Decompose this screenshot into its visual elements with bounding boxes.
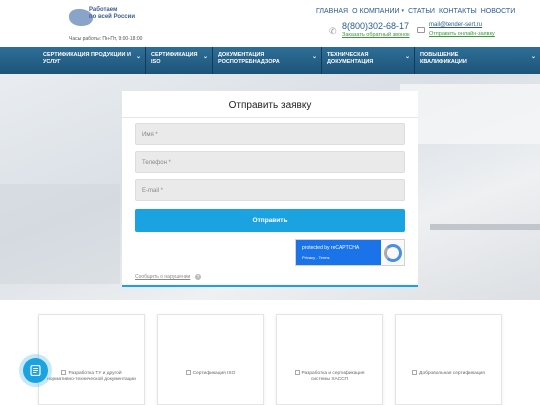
main-nav: СЕРТИФИКАЦИЯ ПРОДУКЦИИ И УСЛУГ ⌄ СЕРТИФИ…	[0, 47, 540, 74]
chevron-down-icon: ⌄	[530, 54, 536, 60]
background-desk	[0, 184, 120, 284]
service-card[interactable]: Добровольная сертификация	[395, 314, 502, 405]
chevron-down-icon: ⌄	[135, 54, 141, 60]
broken-image-icon	[294, 370, 300, 375]
request-form: Отправить заявку Имя * Телефон * E-mail …	[122, 91, 418, 287]
nav-item-rospotrebnadzor[interactable]: ДОКУМЕНТАЦИЯ РОСПОТРЕБНАДЗОРА ⌄	[213, 47, 322, 74]
card-image-alt: Сертификация ISO	[166, 370, 255, 377]
name-field[interactable]: Имя *	[135, 123, 405, 145]
chevron-down-icon: ⌄	[311, 54, 317, 60]
recaptcha-links[interactable]: Privacy - Terms	[302, 255, 329, 260]
nav-label-line2: ISO	[151, 59, 161, 65]
card-alt-text: Разработка и сертификация системы ХАССП	[301, 370, 365, 382]
online-request-link[interactable]: Отправить онлайн-заявку	[429, 31, 495, 37]
topnav-contacts[interactable]: КОНТАКТЫ	[439, 8, 477, 15]
caret-down-icon: ▾	[401, 8, 405, 15]
service-card[interactable]: Разработка ТУ и другой нормативно-технич…	[38, 314, 145, 405]
nav-label-line1: СЕРТИФИКАЦИЯ ПРОДУКЦИИ И	[43, 52, 131, 58]
help-icon[interactable]: ?	[195, 274, 201, 280]
email-link[interactable]: mail@tender-sert.ru	[429, 22, 482, 28]
working-hours: Часы работы: Пн-Пт, 9:00-18:00	[69, 36, 143, 42]
chevron-down-icon: ⌄	[202, 54, 208, 60]
nav-item-iso[interactable]: СЕРТИФИКАЦИЯ ISO ⌄	[146, 47, 213, 74]
chevron-down-icon: ⌄	[404, 54, 410, 60]
topnav-about-label: О КОМПАНИИ	[352, 8, 400, 15]
phone-field[interactable]: Телефон *	[135, 151, 405, 173]
card-image-alt: Разработка ТУ и другой нормативно-технич…	[47, 370, 136, 383]
recaptcha-badge[interactable]: protected by reCAPTCHA Privacy - Terms	[295, 239, 405, 266]
nav-label-line2: УСЛУГ	[43, 59, 61, 65]
topnav-home[interactable]: ГЛАВНАЯ	[316, 8, 348, 15]
phone-number[interactable]: 8(800)302-68-17	[342, 21, 409, 31]
form-title: Отправить заявку	[228, 100, 312, 111]
nav-label-line2: ДОКУМЕНТАЦИЯ	[327, 59, 374, 65]
nav-label-line1: ДОКУМЕНТАЦИЯ	[218, 52, 265, 58]
recaptcha-panel: protected by reCAPTCHA Privacy - Terms	[296, 240, 381, 265]
broken-image-icon	[61, 370, 67, 375]
logo-line-1: Работаем	[89, 7, 118, 13]
card-image-alt: Разработка и сертификация системы ХАССП	[285, 370, 374, 383]
header: Работаем по всей России Часы работы: Пн-…	[0, 0, 540, 47]
service-card[interactable]: Сертификация ISO	[157, 314, 264, 405]
card-alt-text: Сертификация ISO	[192, 370, 236, 376]
recaptcha-text: protected by reCAPTCHA	[302, 245, 360, 251]
chat-button[interactable]	[23, 358, 48, 383]
topnav-articles[interactable]: СТАТЬИ	[408, 8, 435, 15]
nav-label-line2: КВАЛИФИКАЦИИ	[420, 59, 467, 65]
callback-link[interactable]: Заказать обратный звонок	[342, 32, 410, 38]
nav-item-tech-docs[interactable]: ТЕХНИЧЕСКАЯ ДОКУМЕНТАЦИЯ ⌄	[322, 47, 415, 74]
nav-item-product-certification[interactable]: СЕРТИФИКАЦИЯ ПРОДУКЦИИ И УСЛУГ ⌄	[0, 47, 146, 74]
logo-text: Работаем по всей России	[89, 7, 135, 21]
recaptcha-logo-icon	[384, 244, 402, 262]
card-alt-text: Добровольная сертификация	[419, 370, 485, 376]
service-card[interactable]: Разработка и сертификация системы ХАССП	[276, 314, 383, 405]
topnav-about[interactable]: О КОМПАНИИ ▾	[352, 8, 404, 15]
submit-button[interactable]: Отправить	[135, 209, 405, 232]
nav-label-line2: РОСПОТРЕБНАДЗОРА	[218, 59, 280, 65]
nav-item-qualification[interactable]: ПОВЫШЕНИЕ КВАЛИФИКАЦИИ ⌄	[415, 47, 540, 74]
top-nav: ГЛАВНАЯ О КОМПАНИИ ▾ СТАТЬИ КОНТАКТЫ НОВ…	[316, 8, 515, 15]
email-field[interactable]: E-mail *	[135, 179, 405, 201]
nav-label-line1: ТЕХНИЧЕСКАЯ	[327, 52, 369, 58]
background-shelf	[430, 224, 540, 230]
nav-label-line1: СЕРТИФИКАЦИЯ	[151, 52, 198, 58]
logo[interactable]: Работаем по всей России	[69, 7, 139, 29]
topnav-news[interactable]: НОВОСТИ	[481, 8, 516, 15]
mail-icon	[417, 27, 425, 33]
report-violation-link[interactable]: Сообщить о нарушении	[135, 274, 190, 280]
services-section: Разработка ТУ и другой нормативно-технич…	[0, 300, 540, 405]
phone-icon: ✆	[329, 26, 337, 36]
broken-image-icon	[412, 370, 418, 375]
divider	[122, 117, 418, 118]
nav-label-line1: ПОВЫШЕНИЕ	[420, 52, 459, 58]
card-image-alt: Добровольная сертификация	[404, 370, 493, 377]
logo-line-2: по всей России	[89, 14, 136, 20]
broken-image-icon	[185, 370, 191, 375]
background-window	[400, 84, 540, 144]
chat-icon	[30, 365, 41, 376]
